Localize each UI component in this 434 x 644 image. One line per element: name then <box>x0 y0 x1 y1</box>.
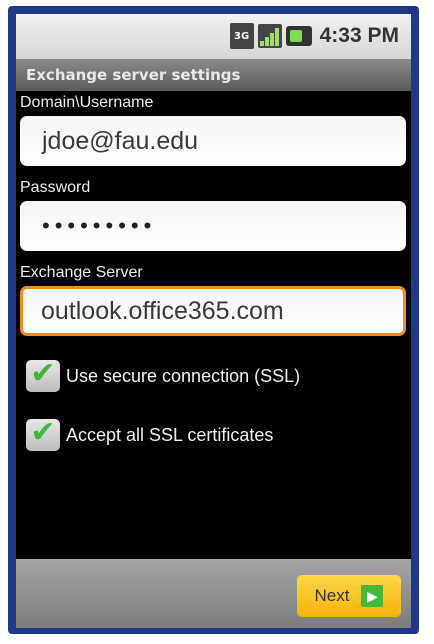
network-3g-icon: 3G <box>229 23 254 49</box>
domain-username-label: Domain\Username <box>20 94 154 111</box>
checkmark-icon: ✔ <box>30 415 56 450</box>
accept-certificates-checkbox[interactable]: ✔ <box>26 415 60 451</box>
exchange-server-label: Exchange Server <box>20 264 143 281</box>
status-icons: 3G 4:33 PM <box>229 23 399 49</box>
password-label: Password <box>20 179 91 196</box>
bottom-action-bar: Next ▶ <box>16 559 411 628</box>
page-title: Exchange server settings <box>16 59 411 91</box>
status-bar: 3G 4:33 PM <box>16 14 411 59</box>
next-button[interactable]: Next ▶ <box>297 575 401 617</box>
domain-username-input[interactable]: jdoe@fau.edu <box>20 116 406 166</box>
status-clock: 4:33 PM <box>319 24 399 47</box>
ssl-checkbox[interactable]: ✔ <box>26 356 60 392</box>
arrow-right-icon: ▶ <box>361 585 384 607</box>
password-input[interactable]: ••••••••• <box>20 201 406 251</box>
accept-certificates-label: Accept all SSL certificates <box>66 424 274 445</box>
ssl-label: Use secure connection (SSL) <box>66 365 301 386</box>
signal-strength-icon <box>257 24 282 48</box>
phone-screen: 3G 4:33 PM Exchange server settings Doma… <box>16 14 411 628</box>
battery-icon <box>285 26 312 46</box>
checkmark-icon: ✔ <box>30 356 56 391</box>
exchange-server-input[interactable]: outlook.office365.com <box>20 286 406 336</box>
password-masked-value: ••••••••• <box>42 213 157 238</box>
next-button-label: Next <box>314 586 350 605</box>
accept-certificates-row[interactable]: ✔ Accept all SSL certificates <box>26 415 274 451</box>
ssl-option-row[interactable]: ✔ Use secure connection (SSL) <box>26 356 301 392</box>
